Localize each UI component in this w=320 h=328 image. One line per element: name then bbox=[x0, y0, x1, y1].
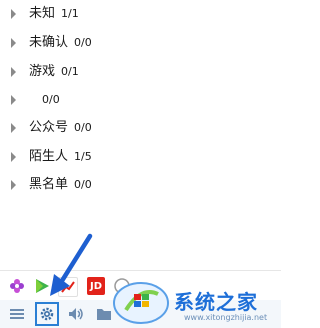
expand-arrow-icon[interactable] bbox=[11, 123, 16, 133]
flower-icon[interactable] bbox=[8, 277, 26, 295]
group-item-unconfirmed[interactable]: 未确认 0/0 bbox=[0, 31, 281, 55]
group-count: 0/1 bbox=[61, 65, 79, 78]
group-item-official-accounts[interactable]: 公众号 0/0 bbox=[0, 116, 281, 140]
group-label: 黑名单 0/0 bbox=[29, 177, 92, 192]
group-label: 0/0 bbox=[36, 90, 60, 110]
group-label: 游戏 0/1 bbox=[29, 64, 79, 79]
group-item-games[interactable]: 游戏 0/1 bbox=[0, 60, 281, 84]
folder-icon[interactable] bbox=[95, 305, 113, 323]
windows-logo-icon bbox=[113, 282, 169, 324]
expand-arrow-icon[interactable] bbox=[11, 152, 16, 162]
watermark-title: 系统之家 bbox=[174, 290, 258, 314]
menu-icon[interactable] bbox=[8, 305, 26, 323]
expand-arrow-icon[interactable] bbox=[11, 9, 16, 19]
expand-arrow-icon[interactable] bbox=[11, 180, 16, 190]
group-label: 陌生人 1/5 bbox=[29, 149, 92, 164]
annotation-arrow bbox=[50, 233, 93, 296]
group-count: 1/1 bbox=[61, 7, 79, 20]
gear-icon[interactable] bbox=[35, 302, 59, 326]
group-count: 0/0 bbox=[42, 93, 60, 106]
group-label: 未确认 0/0 bbox=[29, 35, 92, 50]
group-count: 1/5 bbox=[74, 150, 92, 163]
group-count: 0/0 bbox=[74, 36, 92, 49]
watermark: 系统之家 www.xitongzhijia.net bbox=[112, 280, 281, 328]
group-count: 0/0 bbox=[74, 178, 92, 191]
group-item-unknown[interactable]: 未知 1/1 bbox=[0, 2, 281, 26]
expand-arrow-icon[interactable] bbox=[11, 38, 16, 48]
speaker-icon[interactable] bbox=[67, 305, 85, 323]
group-label: 公众号 0/0 bbox=[29, 120, 92, 135]
watermark-url: www.xitongzhijia.net bbox=[184, 313, 268, 322]
group-label: 未知 1/1 bbox=[29, 6, 79, 21]
group-count: 0/0 bbox=[74, 121, 92, 134]
group-item-blacklist[interactable]: 黑名单 0/0 bbox=[0, 173, 281, 197]
expand-arrow-icon[interactable] bbox=[11, 95, 16, 105]
group-item-strangers[interactable]: 陌生人 1/5 bbox=[0, 145, 281, 169]
group-item-unnamed[interactable]: 0/0 bbox=[0, 88, 281, 112]
expand-arrow-icon[interactable] bbox=[11, 67, 16, 77]
contact-group-panel: 未知 1/1 未确认 0/0 游戏 0/1 0/0 公众号 0/0 陌生人 1/5 黑名单… bbox=[0, 0, 281, 328]
